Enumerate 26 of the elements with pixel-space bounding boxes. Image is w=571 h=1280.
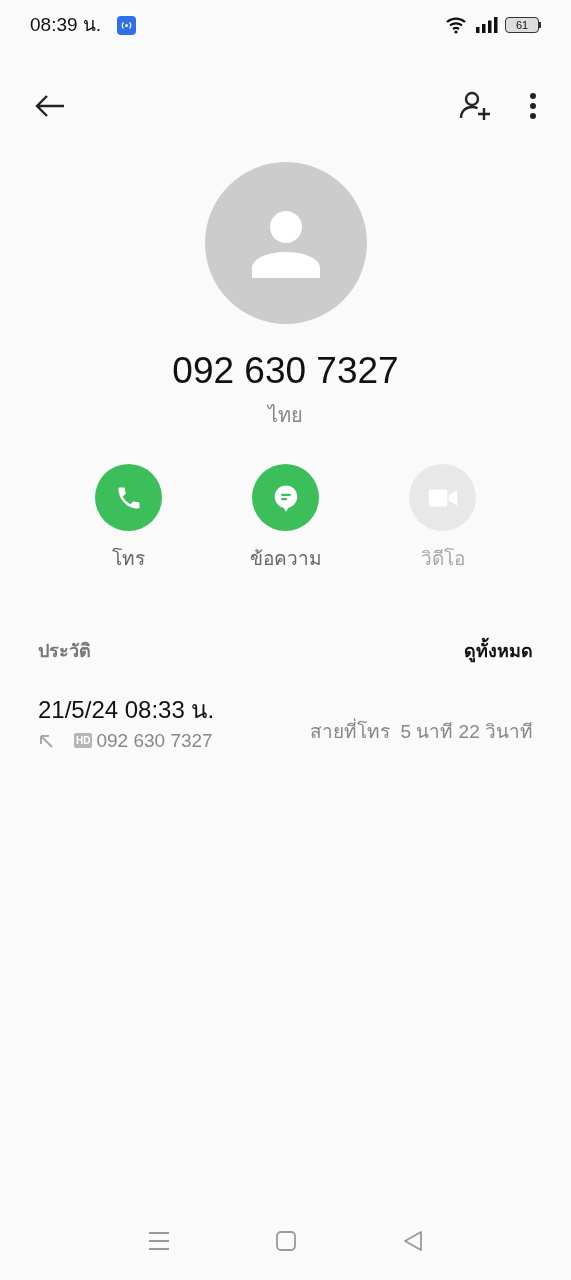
hd-badge: HD [74, 733, 93, 749]
history-heading: ประวัติ [38, 639, 91, 663]
outgoing-arrow-icon [38, 732, 54, 749]
back-arrow-icon [34, 94, 66, 118]
action-label: วิดีโอ [420, 546, 465, 571]
back-triangle-icon[interactable] [401, 1230, 424, 1252]
home-square-icon[interactable] [274, 1230, 297, 1252]
more-options-button[interactable] [529, 92, 537, 120]
action-label: โทร [112, 546, 145, 571]
see-all-link[interactable]: ดูทั้งหมด [464, 637, 533, 665]
call-detail: สายที่โทร 5 นาที 22 วินาที [309, 717, 533, 744]
menu-icon[interactable] [147, 1230, 170, 1252]
phone-number: 092 630 7327 [172, 349, 399, 393]
call-number: 092 630 7327 [96, 728, 213, 753]
status-time: 08:39 น. [30, 12, 102, 37]
battery-level: 61 [515, 19, 529, 31]
back-button[interactable] [34, 94, 66, 118]
person-plus-icon [459, 90, 493, 122]
action-label: ข้อความ [249, 547, 322, 571]
call-datetime: 21/5/24 08:33 น. [38, 694, 215, 725]
location: ไทย [268, 403, 303, 428]
person-icon [250, 208, 321, 278]
add-contact-button[interactable] [459, 90, 493, 122]
more-icon [529, 92, 537, 120]
signal-icon [475, 17, 499, 33]
hotspot-icon [117, 15, 137, 35]
